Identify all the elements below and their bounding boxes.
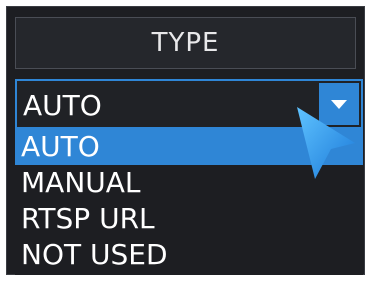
option-not-used[interactable]: NOT USED [15, 237, 363, 273]
type-dropdown-panel: TYPE AUTO AUTO MANUAL RTSP URL NOT USED [6, 6, 365, 275]
type-header-title: TYPE [151, 28, 220, 58]
type-select-value: AUTO [23, 89, 102, 122]
type-header: TYPE [15, 17, 356, 69]
mouse-pointer-icon [297, 107, 355, 179]
option-rtsp-url[interactable]: RTSP URL [15, 201, 363, 237]
